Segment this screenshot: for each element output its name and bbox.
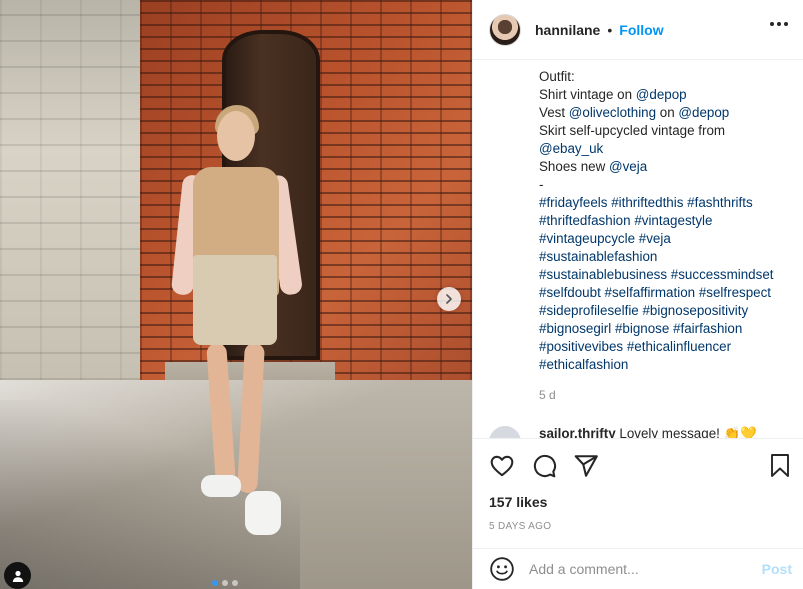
hashtag-link[interactable]: #selfaffirmation: [605, 285, 696, 300]
hashtag-link[interactable]: #bignosegirl: [539, 321, 611, 336]
likes-count[interactable]: 157 likes: [489, 494, 547, 510]
next-photo-button[interactable]: [437, 287, 461, 311]
carousel-dot: [232, 580, 238, 586]
caption-line: @ebay_uk: [539, 140, 794, 158]
user-tag-icon: [12, 570, 23, 582]
hashtag-link[interactable]: #ethicalinfluencer: [627, 339, 731, 354]
caption-line: Outfit:: [539, 68, 794, 86]
hashtag-link[interactable]: #sideprofileselfie: [539, 303, 639, 318]
hashtag-link[interactable]: #bignosepositivity: [642, 303, 748, 318]
right-shoe: [245, 491, 281, 535]
hashtag-link[interactable]: #vintageupcycle: [539, 231, 635, 246]
username-link[interactable]: hannilane: [535, 22, 600, 38]
carousel-dot: [222, 580, 228, 586]
hashtag-link[interactable]: #sustainablefashion: [539, 249, 657, 264]
add-comment-bar: Post: [473, 548, 803, 589]
caption-line: #sideprofileselfie #bignosepositivity: [539, 302, 794, 320]
more-options-icon-dot: [784, 22, 788, 26]
caption-line: #bignosegirl #bignose #fairfashion: [539, 320, 794, 338]
carousel-dot: [212, 580, 218, 586]
caption-line: #sustainablebusiness #successmindset: [539, 266, 794, 284]
hashtag-link[interactable]: #bignose: [615, 321, 669, 336]
hashtag-link[interactable]: #thriftedfashion: [539, 213, 631, 228]
caption-text: Outfit:: [539, 69, 575, 84]
post-side-panel: hannilane • Follow Outfit: Shirt vintage …: [472, 0, 803, 589]
caption-line: #ethicalfashion: [539, 356, 794, 374]
carousel-indicator: [212, 580, 238, 586]
post-caption: Outfit: Shirt vintage on @depop Vest @oliv…: [539, 68, 794, 374]
caption-line: #positivevibes #ethicalinfluencer: [539, 338, 794, 356]
avatar[interactable]: [489, 13, 521, 46]
caption-line: #selfdoubt #selfaffirmation #selfrespect: [539, 284, 794, 302]
caption-line: Vest @oliveclothing on @depop: [539, 104, 794, 122]
bookmark-icon[interactable]: [768, 453, 792, 479]
caption-line: #vintageupcycle #veja: [539, 230, 794, 248]
skirt: [193, 255, 277, 345]
caption-text: on: [656, 105, 679, 120]
hashtag-link[interactable]: #veja: [639, 231, 671, 246]
emoji-icon[interactable]: [489, 556, 515, 582]
caption-text: Shoes new: [539, 159, 609, 174]
caption-line: #fridayfeels #ithriftedthis #fashthrifts: [539, 194, 794, 212]
hashtag-link[interactable]: #ethicalfashion: [539, 357, 628, 372]
commenter-username[interactable]: sailor.thrifty: [539, 426, 616, 438]
mention-link[interactable]: @depop: [636, 87, 687, 102]
hashtag-link[interactable]: #vintagestyle: [634, 213, 712, 228]
mention-link[interactable]: @depop: [678, 105, 729, 120]
stone-wall: [0, 0, 150, 380]
mention-link[interactable]: @oliveclothing: [569, 105, 656, 120]
caption-line: Shoes new @veja: [539, 158, 794, 176]
heart-icon[interactable]: [489, 453, 515, 479]
mention-link[interactable]: @ebay_uk: [539, 141, 603, 156]
share-icon[interactable]: [573, 453, 599, 479]
caption-text: Skirt self-upcycled vintage from: [539, 123, 726, 138]
hashtag-link[interactable]: #selfrespect: [699, 285, 771, 300]
hashtag-link[interactable]: #ithriftedthis: [611, 195, 683, 210]
caption-text: Vest: [539, 105, 569, 120]
post-photo[interactable]: [0, 0, 472, 589]
caption-text: Shirt vintage on: [539, 87, 636, 102]
caption-line: Shirt vintage on @depop: [539, 86, 794, 104]
hashtag-link[interactable]: #fairfashion: [673, 321, 742, 336]
action-icons: [489, 453, 599, 479]
more-options-icon-dot: [777, 22, 781, 26]
follow-button[interactable]: Follow: [619, 22, 663, 38]
caption-line: Skirt self-upcycled vintage from: [539, 122, 794, 140]
comment-icon[interactable]: [531, 453, 557, 479]
chevron-right-icon: [446, 294, 452, 304]
comment-input[interactable]: [529, 561, 749, 577]
caption-line: -: [539, 176, 794, 194]
hashtag-link[interactable]: #sustainablebusiness: [539, 267, 667, 282]
hashtag-link[interactable]: #successmindset: [671, 267, 774, 282]
left-leg: [206, 342, 236, 484]
hashtag-link[interactable]: #fashthrifts: [687, 195, 753, 210]
hashtag-link[interactable]: #fridayfeels: [539, 195, 607, 210]
person-figure: [170, 105, 305, 545]
tagged-users-button[interactable]: [4, 562, 31, 589]
caption-line: #thriftedfashion #vintagestyle: [539, 212, 794, 230]
comment-row: sailor.thrifty Lovely message! 👏💛: [489, 422, 789, 438]
post-header: hannilane • Follow: [473, 0, 803, 60]
more-options-button[interactable]: [770, 22, 788, 26]
left-shoe: [201, 475, 241, 497]
caption-text: -: [539, 177, 544, 192]
more-options-icon: [770, 22, 774, 26]
head: [217, 111, 255, 161]
comment-body: Lovely message! 👏💛: [615, 426, 757, 438]
separator-dot: •: [607, 21, 613, 38]
mention-link[interactable]: @veja: [609, 159, 647, 174]
comment-text: sailor.thrifty Lovely message! 👏💛: [539, 425, 757, 438]
hashtag-link[interactable]: #selfdoubt: [539, 285, 601, 300]
commenter-avatar[interactable]: [489, 426, 521, 438]
right-leg: [237, 342, 265, 494]
caption-age: 5 d: [539, 388, 556, 402]
post-date[interactable]: 5 DAYS AGO: [489, 521, 551, 532]
post-comment-button[interactable]: Post: [762, 561, 792, 577]
hashtag-link[interactable]: #positivevibes: [539, 339, 623, 354]
caption-line: #sustainablefashion: [539, 248, 794, 266]
